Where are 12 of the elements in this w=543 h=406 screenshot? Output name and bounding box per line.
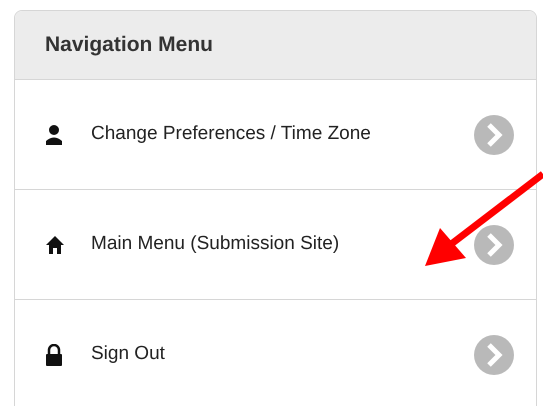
chevron-icon (474, 114, 514, 154)
chevron-icon (474, 224, 514, 264)
menu-item-label: Sign Out (91, 342, 166, 366)
chevron-icon (474, 334, 514, 374)
menu-item[interactable]: Sign Out (15, 300, 536, 406)
lock-icon (45, 344, 63, 366)
person-icon (45, 124, 63, 146)
menu-item-label: Change Preferences / Time Zone (91, 122, 372, 146)
home-icon (45, 234, 65, 254)
menu-item[interactable]: Change Preferences / Time Zone (15, 80, 536, 190)
menu-item-label: Main Menu (Submission Site) (91, 232, 340, 256)
menu-title: Navigation Menu (45, 32, 214, 58)
